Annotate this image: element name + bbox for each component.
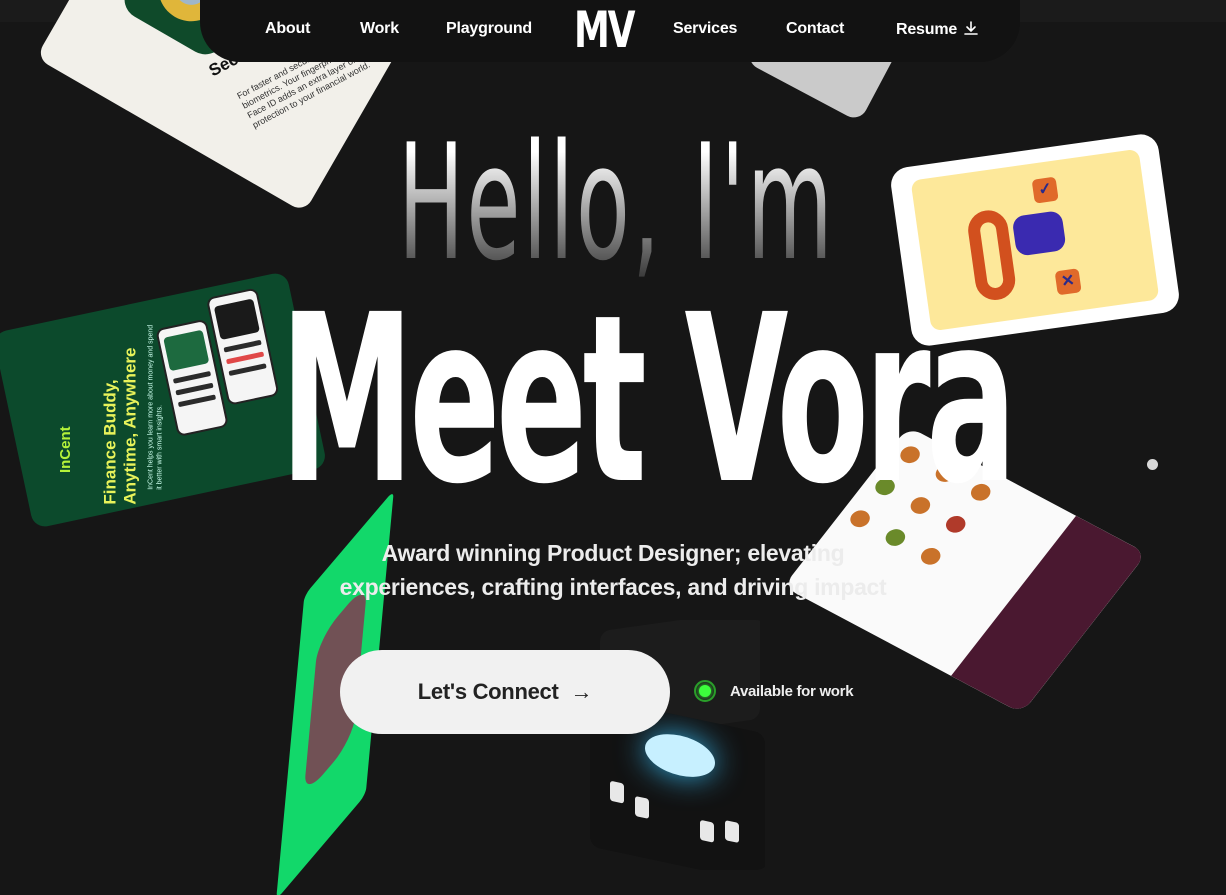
phone-screen xyxy=(163,329,210,372)
phone-line xyxy=(172,370,212,384)
hero-name: Meet Vora xyxy=(280,265,1017,535)
resume-label: Resume xyxy=(896,21,958,38)
tile xyxy=(610,780,624,804)
phone-screen xyxy=(213,298,260,341)
nav-services[interactable]: Services xyxy=(673,20,737,38)
phone-line xyxy=(175,382,214,396)
tagline-line-1: Award winning Product Designer; elevatin… xyxy=(381,540,845,566)
arrow-right-icon: → xyxy=(570,679,593,704)
tagline-line-2: experiences, crafting interfaces, and dr… xyxy=(339,574,887,600)
download-icon xyxy=(963,20,979,41)
cross-icon: ✕ xyxy=(1054,268,1082,296)
phone-line xyxy=(225,351,265,365)
tile xyxy=(725,820,739,844)
cloud-icon xyxy=(645,728,715,783)
cursor-dot xyxy=(1147,459,1158,470)
main-nav: About Work Playground MV Services Contac… xyxy=(0,0,1226,60)
hero-tagline: Award winning Product Designer; elevatin… xyxy=(300,536,926,604)
nav-resume[interactable]: Resume xyxy=(896,20,979,41)
figure-body xyxy=(1011,210,1067,257)
availability-status: Available for work xyxy=(694,680,854,702)
incent-headline: Finance Buddy, Anytime, Anywhere xyxy=(100,348,140,505)
phone-line xyxy=(177,394,217,408)
availability-label: Available for work xyxy=(730,682,854,700)
cta-label: Let's Connect xyxy=(417,679,559,704)
tile xyxy=(700,819,714,843)
lets-connect-button[interactable]: Let's Connect → xyxy=(340,650,670,734)
phone-line xyxy=(228,363,267,377)
headline-line-2: Anytime, Anywhere xyxy=(120,347,140,505)
site-logo[interactable]: MV xyxy=(574,4,636,56)
tile xyxy=(635,795,649,819)
nav-about[interactable]: About xyxy=(265,20,310,38)
nav-contact[interactable]: Contact xyxy=(786,20,844,38)
headline-line-1: Finance Buddy, xyxy=(100,379,120,505)
hero-greeting: Hello, I'm xyxy=(398,109,835,296)
incent-logo: InCent xyxy=(56,426,74,474)
status-dot-icon xyxy=(694,680,716,702)
nav-playground[interactable]: Playground xyxy=(446,20,532,38)
project-card-incent[interactable]: InCent Finance Buddy, Anytime, Anywhere … xyxy=(0,270,328,530)
nav-work[interactable]: Work xyxy=(360,20,399,38)
phone-line xyxy=(223,339,262,353)
check-icon: ✓ xyxy=(1031,176,1059,204)
